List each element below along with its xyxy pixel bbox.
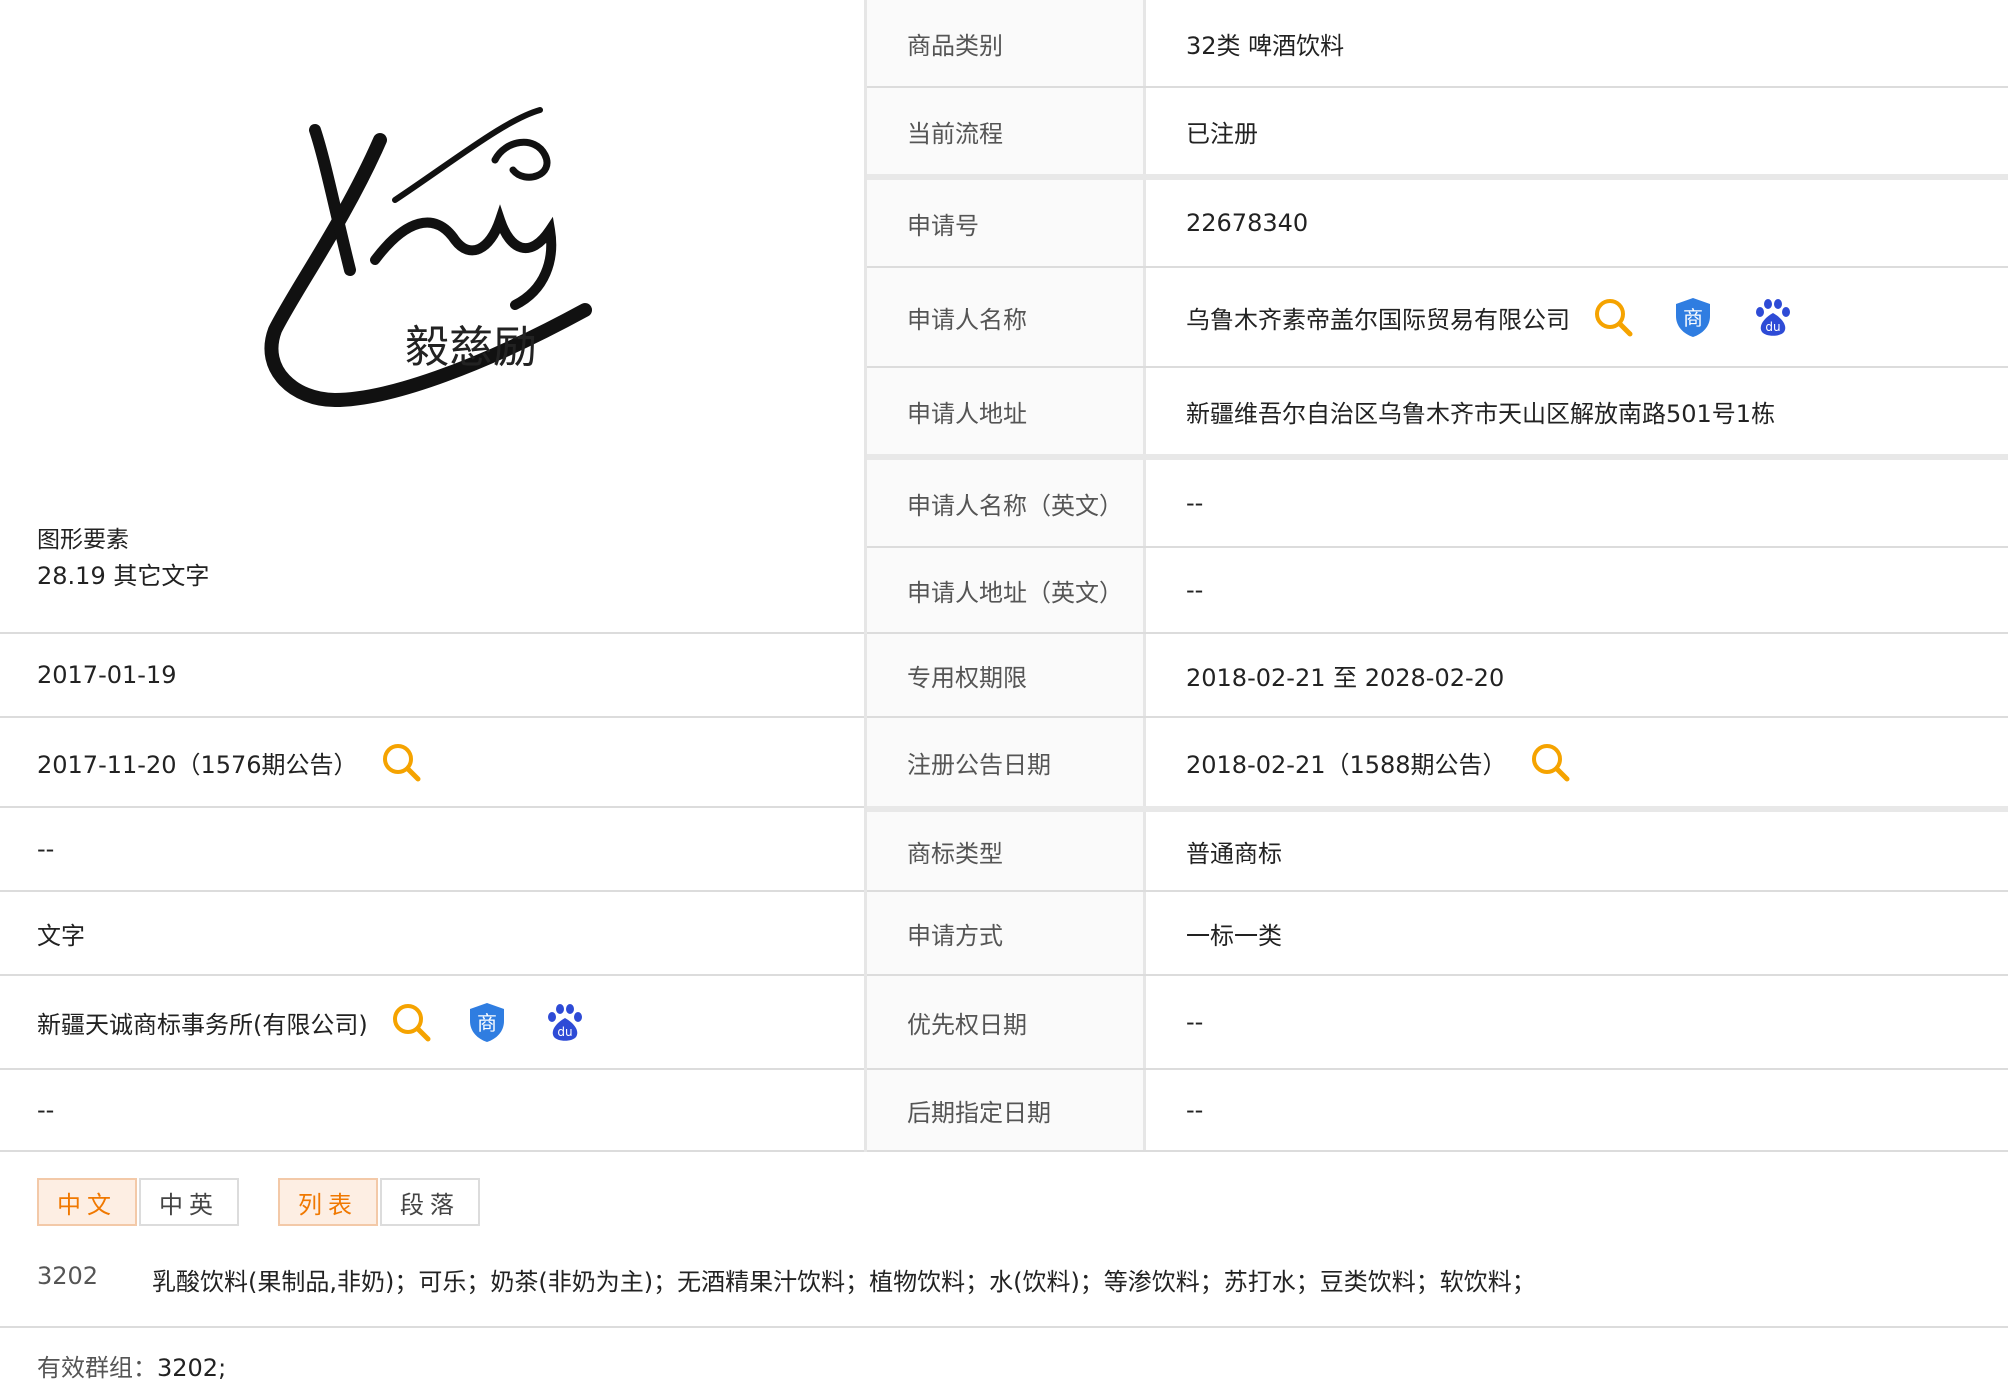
row-applicant-address-en: 申请人地址（英文） -- <box>867 548 2008 634</box>
row-applicant-address: 申请人地址 新疆维吾尔自治区乌鲁木齐市天山区解放南路501号1栋 <box>867 368 2008 460</box>
row-registration-notice-label: 注册公告日期 <box>867 718 1146 806</box>
info-row-6-value: -- <box>37 1096 55 1124</box>
tab-paragraph[interactable]: 段落 <box>380 1178 480 1226</box>
search-icon[interactable] <box>1592 296 1634 338</box>
search-icon[interactable] <box>1529 741 1571 783</box>
shield-icon[interactable]: 商 <box>466 1001 508 1043</box>
row-current-process: 当前流程 已注册 <box>867 88 2008 180</box>
tab-list[interactable]: 列表 <box>278 1178 378 1226</box>
row-applicant-address-en-label: 申请人地址（英文） <box>867 548 1146 632</box>
row-applicant-address-value: 新疆维吾尔自治区乌鲁木齐市天山区解放南路501号1栋 <box>1186 399 1776 428</box>
row-applicant-name: 申请人名称 乌鲁木齐素帝盖尔国际贸易有限公司 商 du <box>867 268 2008 368</box>
row-registration-notice-cell: 2018-02-21（1588期公告） <box>1146 718 2008 806</box>
application-date-row: 2017-01-19 <box>0 634 864 718</box>
row-application-number-value: 22678340 <box>1186 209 1309 237</box>
preliminary-notice-row: 2017-11-20（1576期公告） <box>0 718 864 808</box>
row-current-process-label: 当前流程 <box>867 88 1146 174</box>
language-tabs: 中文 中英 <box>37 1178 241 1226</box>
valid-group-value: 3202; <box>157 1354 227 1382</box>
search-icon[interactable] <box>380 741 422 783</box>
tab-chinese-english[interactable]: 中英 <box>139 1178 239 1226</box>
application-date-value: 2017-01-19 <box>37 661 177 689</box>
row-priority-date-label: 优先权日期 <box>867 976 1146 1068</box>
row-applicant-name-value: 乌鲁木齐素帝盖尔国际贸易有限公司 <box>1186 305 1570 334</box>
row-goods-class: 商品类别 32类 啤酒饮料 <box>867 0 2008 88</box>
baidu-icon[interactable]: du <box>1752 296 1794 338</box>
left-panel: 毅慈励 图形要素 28.19 其它文字 2017-01-19 2017-11-2… <box>0 0 867 1152</box>
preliminary-notice-value: 2017-11-20（1576期公告） <box>37 750 358 779</box>
info-row-6: -- <box>0 1070 864 1152</box>
row-later-designation-date-label: 后期指定日期 <box>867 1070 1146 1150</box>
row-goods-class-label: 商品类别 <box>867 0 1146 86</box>
row-later-designation-date-value: -- <box>1186 1096 1204 1124</box>
valid-group-line: 有效群组：3202; <box>37 1348 226 1383</box>
row-trademark-type: 商标类型 普通商标 <box>867 812 2008 892</box>
baidu-icon-text: du <box>557 1025 572 1039</box>
tab-chinese[interactable]: 中文 <box>37 1178 137 1226</box>
row-trademark-type-value: 普通商标 <box>1186 839 1282 868</box>
trademark-form-row: 文字 <box>0 892 864 976</box>
row-priority-date-value: -- <box>1186 1008 1204 1036</box>
row-applicant-address-en-value: -- <box>1186 576 1204 604</box>
trademark-image-area: 毅慈励 图形要素 28.19 其它文字 <box>0 0 864 634</box>
baidu-icon-text: du <box>1765 320 1780 334</box>
row-goods-class-value: 32类 啤酒饮料 <box>1186 31 1345 60</box>
row-later-designation-date: 后期指定日期 -- <box>867 1070 2008 1152</box>
goods-group-code: 3202 <box>37 1262 99 1290</box>
trademark-logo: 毅慈励 <box>264 107 592 408</box>
row-applicant-name-cell: 乌鲁木齐素帝盖尔国际贸易有限公司 商 du <box>1146 268 2008 366</box>
logo-chinese-text: 毅慈励 <box>405 322 537 373</box>
goods-items: 乳酸饮料(果制品,非奶)；可乐；奶茶(非奶为主)；无酒精果汁饮料；植物饮料；水(… <box>152 1268 1536 1296</box>
row-applicant-address-label: 申请人地址 <box>867 368 1146 454</box>
row-application-method-label: 申请方式 <box>867 892 1146 974</box>
figure-element-value: 28.19 其它文字 <box>37 562 210 590</box>
row-trademark-type-label: 商标类型 <box>867 812 1146 890</box>
figure-element-label: 图形要素 <box>37 527 129 553</box>
goods-list-row: 3202 乳酸饮料(果制品,非奶)；可乐；奶茶(非奶为主)；无酒精果汁饮料；植物… <box>0 1252 2008 1328</box>
agent-value: 新疆天诚商标事务所(有限公司) <box>37 1010 368 1039</box>
row-registration-notice-value: 2018-02-21（1588期公告） <box>1186 750 1507 779</box>
info-row-3: -- <box>0 808 864 892</box>
baidu-icon[interactable]: du <box>544 1001 586 1043</box>
row-current-process-value: 已注册 <box>1186 119 1258 148</box>
shield-icon-char: 商 <box>477 1011 497 1035</box>
info-row-3-value: -- <box>37 835 55 863</box>
shield-icon[interactable]: 商 <box>1672 296 1714 338</box>
row-application-number: 申请号 22678340 <box>867 180 2008 268</box>
row-applicant-name-en: 申请人名称（英文） -- <box>867 460 2008 548</box>
view-tabs: 列表 段落 <box>278 1178 482 1226</box>
row-exclusive-period-label: 专用权期限 <box>867 634 1146 716</box>
search-icon[interactable] <box>390 1001 432 1043</box>
agent-row: 新疆天诚商标事务所(有限公司) 商 du <box>0 976 864 1070</box>
row-applicant-name-en-value: -- <box>1186 489 1204 517</box>
row-exclusive-period-value: 2018-02-21 至 2028-02-20 <box>1186 663 1505 692</box>
row-exclusive-period: 专用权期限 2018-02-21 至 2028-02-20 <box>867 634 2008 718</box>
row-applicant-name-en-label: 申请人名称（英文） <box>867 460 1146 546</box>
row-registration-notice: 注册公告日期 2018-02-21（1588期公告） <box>867 718 2008 812</box>
row-application-method-value: 一标一类 <box>1186 921 1282 950</box>
row-application-method: 申请方式 一标一类 <box>867 892 2008 976</box>
valid-group-label: 有效群组： <box>37 1354 157 1382</box>
row-application-number-label: 申请号 <box>867 180 1146 266</box>
right-panel: 商品类别 32类 啤酒饮料 当前流程 已注册 申请号 22678340 申请人名… <box>867 0 2008 1152</box>
shield-icon-char: 商 <box>1683 306 1703 330</box>
trademark-form-value: 文字 <box>37 921 85 950</box>
row-priority-date: 优先权日期 -- <box>867 976 2008 1070</box>
goods-section: 中文 中英 列表 段落 3202 乳酸饮料(果制品,非奶)；可乐；奶茶(非奶为主… <box>0 1152 2008 1390</box>
row-applicant-name-label: 申请人名称 <box>867 268 1146 366</box>
